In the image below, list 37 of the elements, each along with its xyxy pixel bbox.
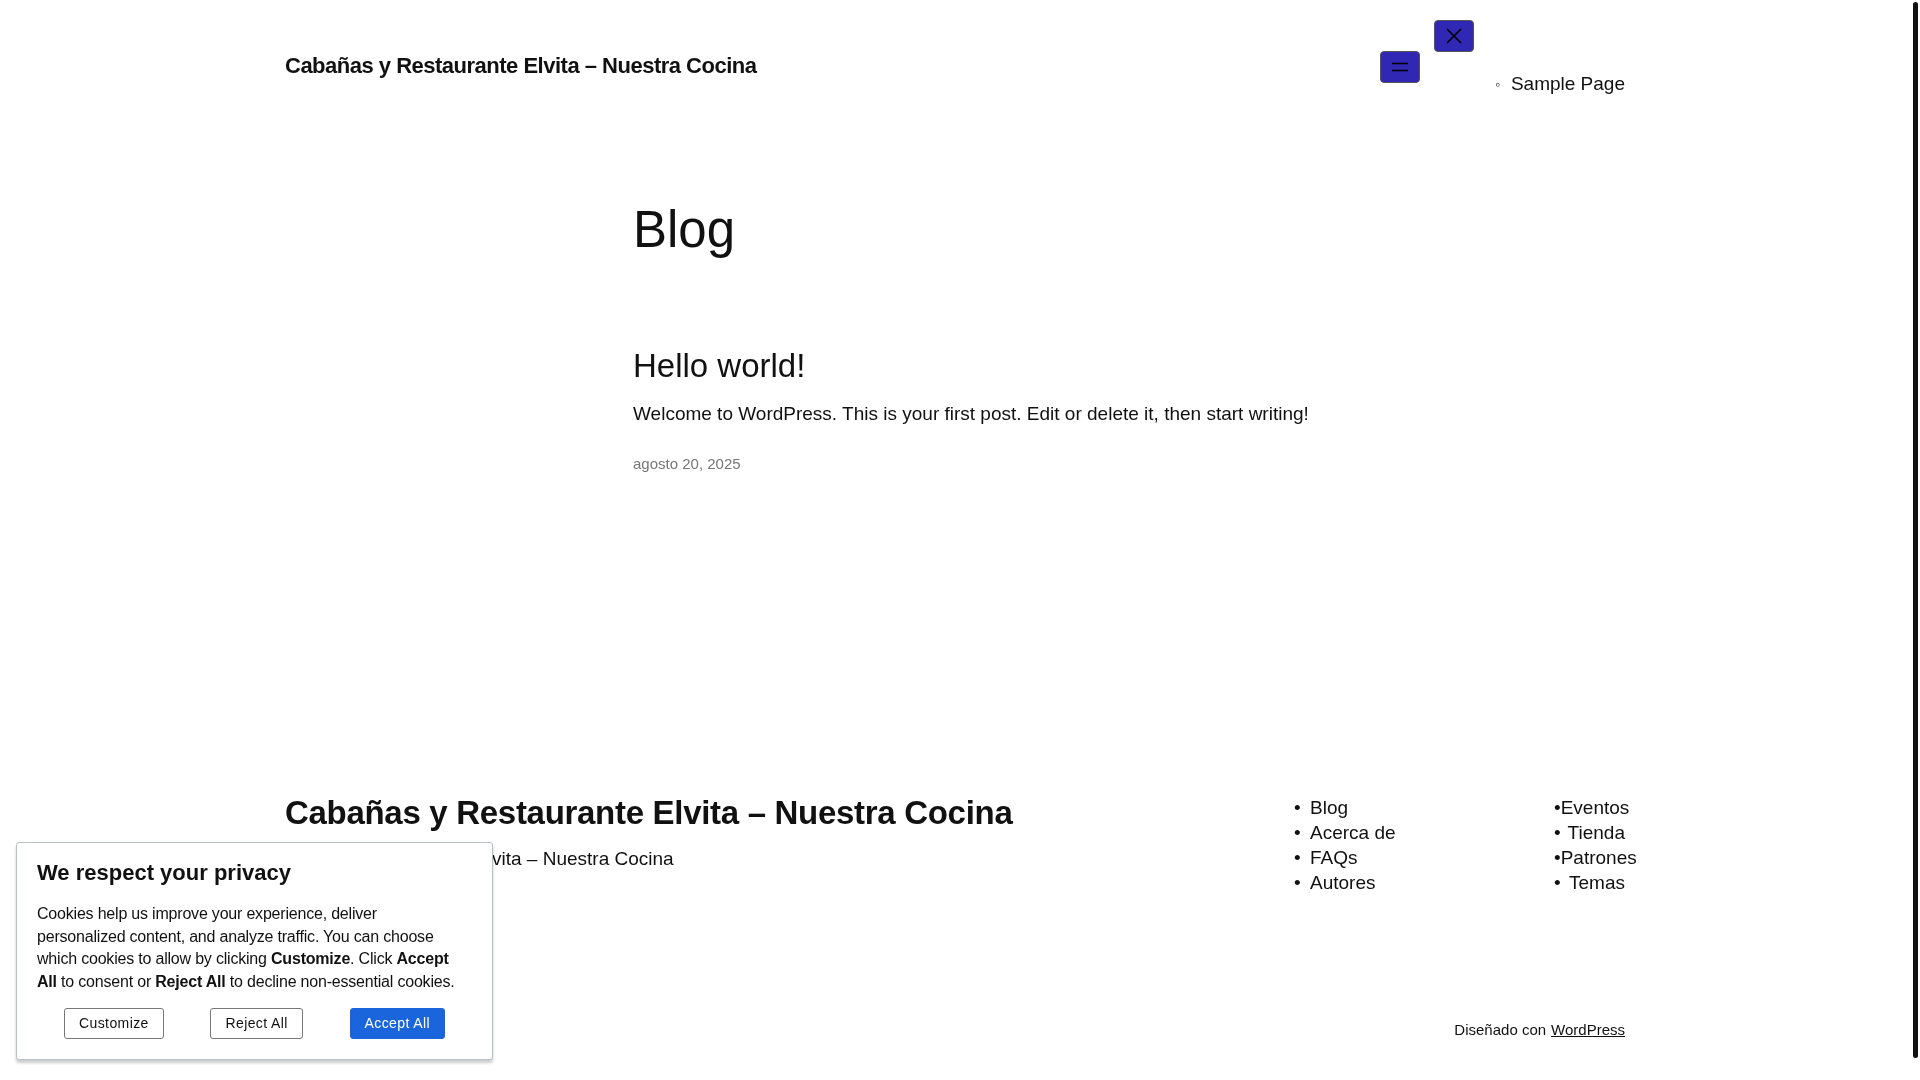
scrollbar[interactable] bbox=[1913, 2, 1918, 1058]
close-button[interactable] bbox=[1433, 20, 1474, 52]
credit-text: Diseñado con bbox=[1454, 1020, 1547, 1040]
list-bullet: • bbox=[1554, 871, 1562, 895]
list-bullet: • bbox=[1294, 796, 1302, 820]
menu-button[interactable] bbox=[1379, 51, 1420, 83]
list-bullet: ◦ bbox=[1494, 75, 1500, 94]
wordpress-link[interactable]: WordPress bbox=[1551, 1020, 1625, 1040]
footer-nav-link[interactable]: Autores bbox=[1310, 870, 1376, 895]
footer-nav-link[interactable]: Blog bbox=[1310, 795, 1349, 820]
site-title[interactable]: Cabañas y Restaurante Elvita – Nuestra Cocina bbox=[285, 52, 757, 80]
footer-nav-link[interactable]: FAQs bbox=[1310, 845, 1358, 870]
menu-icon bbox=[1390, 62, 1409, 72]
list-bullet: • bbox=[1554, 846, 1561, 870]
post-title[interactable]: Hello world! bbox=[633, 346, 806, 386]
footer-nav-link[interactable]: Patrones bbox=[1560, 845, 1637, 870]
banner-button[interactable]: Reject All bbox=[210, 1008, 303, 1039]
site-tagline: vita – Nuestra Cocina bbox=[492, 847, 674, 871]
list-bullet: • bbox=[1554, 796, 1561, 820]
banner-title: We respect your privacy bbox=[37, 859, 292, 887]
footer-nav-link[interactable]: Eventos bbox=[1560, 795, 1630, 820]
list-bullet: • bbox=[1294, 846, 1302, 870]
list-bullet: • bbox=[1294, 821, 1302, 845]
nav-link[interactable]: Sample Page bbox=[1510, 72, 1625, 96]
banner-button[interactable]: Customize bbox=[64, 1008, 164, 1039]
close-icon bbox=[1445, 28, 1462, 44]
accept-button[interactable]: Accept All bbox=[349, 1008, 445, 1039]
footer-site-title[interactable]: Cabañas y Restaurante Elvita – Nuestra Cocina bbox=[285, 793, 1013, 833]
footer-nav-link[interactable]: Acerca de bbox=[1310, 820, 1396, 845]
footer-nav-link[interactable]: Temas bbox=[1569, 870, 1625, 895]
post-date: agosto 20, 2025 bbox=[633, 454, 741, 474]
page-title: Blog bbox=[633, 200, 736, 260]
list-bullet: • bbox=[1554, 821, 1562, 845]
banner-text: Cookies help us improve your experience, deliver personalized content, and analyze traffic. You can choose which cookies to allow by clicking Customize. Click Accept All to consent or Reject All to decline non-essential cookies. bbox=[37, 904, 456, 992]
footer-nav-link[interactable]: Tienda bbox=[1567, 820, 1625, 845]
post-excerpt: Welcome to WordPress. This is your first post. Edit or delete it, then start writing! bbox=[633, 402, 1309, 426]
list-bullet: • bbox=[1294, 871, 1302, 895]
